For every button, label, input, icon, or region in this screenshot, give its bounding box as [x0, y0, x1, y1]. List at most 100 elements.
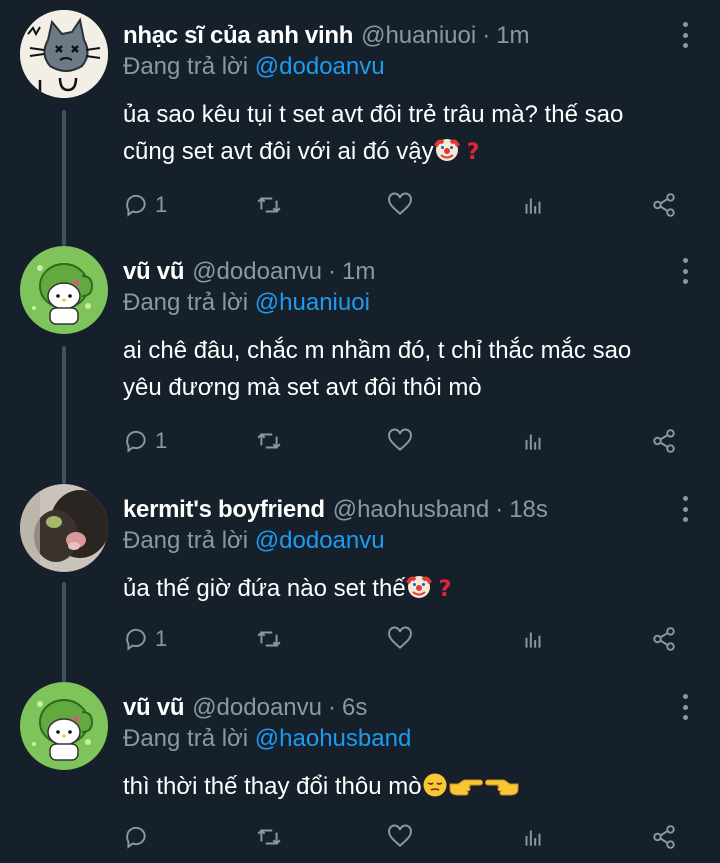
- pointing-left-hand-icon: [484, 779, 519, 796]
- like-button[interactable]: [387, 426, 413, 456]
- question-mark-icon: ?: [466, 140, 479, 163]
- cat-doodle-avatar-icon: [20, 10, 108, 98]
- tweet-actions: 1: [123, 624, 693, 654]
- like-button[interactable]: [387, 822, 413, 852]
- svg-text:?: ?: [438, 577, 451, 600]
- separator-dot: ·: [327, 258, 336, 285]
- question-mark-icon: ?: [438, 577, 451, 600]
- tweet-actions: [123, 822, 693, 852]
- tweet-text-segment: ủa thế giờ đứa nào set thế: [123, 575, 406, 602]
- tweet-text-line: yêu đương mà set avt đôi thôi mò: [123, 374, 482, 401]
- tweet-text-segment: cũng set avt đôi với ai đó vậy: [123, 138, 434, 165]
- analytics-icon: [525, 198, 541, 214]
- avatar[interactable]: [20, 10, 108, 98]
- tweet[interactable]: vũ vũ @dodoanvu · 6s Đang trả lời @haohu…: [0, 672, 720, 863]
- tweet-header: vũ vũ @dodoanvu · 1m: [123, 258, 375, 286]
- retweet-button[interactable]: [256, 822, 282, 852]
- reply-count: 1: [155, 626, 168, 651]
- replying-to: Đang trả lời @haohusband: [123, 725, 411, 753]
- reply-icon: [126, 194, 146, 217]
- share-button[interactable]: [651, 190, 677, 220]
- tweet-actions: 1: [123, 190, 693, 220]
- tweet[interactable]: kermit's boyfriend @haohusband · 18s Đan…: [0, 474, 720, 672]
- tweet-text: thì thời thế thay đổi thôu mò: [123, 768, 698, 805]
- pointing-right-hand-icon: [449, 779, 483, 796]
- username[interactable]: @dodoanvu: [192, 694, 322, 722]
- tweet-text: ủa thế giờ đứa nào set thế?: [123, 570, 698, 607]
- share-icon: [653, 429, 675, 453]
- tweet-header: vũ vũ @dodoanvu · 6s: [123, 694, 367, 722]
- avatar[interactable]: [20, 682, 108, 770]
- display-name[interactable]: kermit's boyfriend: [123, 496, 325, 524]
- username[interactable]: @haohusband: [333, 496, 490, 524]
- replying-to-label: Đang trả lời: [123, 289, 249, 316]
- mention-link[interactable]: @huaniuoi: [255, 289, 370, 316]
- display-name[interactable]: nhạc sĩ của anh vinh: [123, 22, 353, 50]
- tweet-text-line: ủa thế giờ đứa nào set thế?: [123, 570, 698, 607]
- hello-kitty-frog-avatar-icon: [20, 682, 108, 770]
- replying-to-label: Đang trả lời: [123, 53, 249, 80]
- analytics-button[interactable]: [520, 624, 546, 654]
- heart-icon: [388, 192, 412, 215]
- retweet-icon: [257, 631, 281, 647]
- username[interactable]: @huaniuoi: [361, 22, 476, 50]
- separator-dot: ·: [482, 22, 491, 49]
- timestamp[interactable]: 1m: [342, 258, 375, 286]
- share-button[interactable]: [651, 624, 677, 654]
- more-options-icon[interactable]: [680, 22, 690, 48]
- analytics-button[interactable]: [520, 190, 546, 220]
- retweet-icon: [257, 433, 281, 449]
- timestamp[interactable]: 1m: [496, 22, 529, 50]
- tweet[interactable]: vũ vũ @dodoanvu · 1m Đang trả lời @huani…: [0, 236, 720, 474]
- replying-to: Đang trả lời @huaniuoi: [123, 289, 370, 317]
- display-name[interactable]: vũ vũ: [123, 694, 184, 722]
- display-name[interactable]: vũ vũ: [123, 258, 184, 286]
- reply-count: 1: [155, 428, 168, 453]
- reply-button[interactable]: 1: [123, 426, 167, 456]
- timestamp[interactable]: 18s: [509, 496, 548, 524]
- tweet-text: ủa sao kêu tụi t set avt đôi trẻ trâu mà…: [123, 96, 698, 170]
- tweet-header: nhạc sĩ của anh vinh @huaniuoi · 1m: [123, 22, 530, 50]
- more-options-icon[interactable]: [680, 258, 690, 284]
- mention-link[interactable]: @dodoanvu: [255, 527, 385, 554]
- more-options-icon[interactable]: [680, 694, 690, 720]
- mention-link[interactable]: @dodoanvu: [255, 53, 385, 80]
- reply-button[interactable]: 1: [123, 190, 167, 220]
- hello-kitty-frog-avatar-icon: [20, 246, 108, 334]
- reply-icon: [126, 430, 146, 453]
- tweet-actions: 1: [123, 426, 693, 456]
- retweet-button[interactable]: [256, 426, 282, 456]
- retweet-button[interactable]: [256, 190, 282, 220]
- retweet-button[interactable]: [256, 624, 282, 654]
- username[interactable]: @dodoanvu: [192, 258, 322, 286]
- tweet-text: ai chê đâu, chắc m nhầm đó, t chỉ thắc m…: [123, 332, 698, 406]
- like-button[interactable]: [387, 190, 413, 220]
- tweet-text-line: cũng set avt đôi với ai đó vậy?: [123, 133, 698, 170]
- retweet-icon: [257, 197, 281, 213]
- heart-icon: [388, 428, 412, 451]
- reply-button[interactable]: 1: [123, 624, 167, 654]
- reply-icon: [126, 826, 146, 849]
- separator-dot: ·: [327, 694, 336, 721]
- analytics-button[interactable]: [520, 822, 546, 852]
- analytics-button[interactable]: [520, 426, 546, 456]
- analytics-icon: [525, 632, 541, 648]
- share-button[interactable]: [651, 426, 677, 456]
- mention-link[interactable]: @haohusband: [255, 725, 412, 752]
- avatar[interactable]: [20, 246, 108, 334]
- analytics-icon: [525, 830, 541, 846]
- retweet-icon: [257, 829, 281, 845]
- analytics-icon: [525, 434, 541, 450]
- svg-text:?: ?: [466, 140, 479, 163]
- reply-button[interactable]: [123, 822, 149, 852]
- like-button[interactable]: [387, 624, 413, 654]
- reply-icon: [126, 628, 146, 651]
- avatar[interactable]: [20, 484, 108, 572]
- tweet[interactable]: nhạc sĩ của anh vinh @huaniuoi · 1m Đang…: [0, 0, 720, 236]
- timestamp[interactable]: 6s: [342, 694, 367, 722]
- tweet-text-line: ai chê đâu, chắc m nhầm đó, t chỉ thắc m…: [123, 337, 632, 364]
- more-options-icon[interactable]: [680, 496, 690, 522]
- share-button[interactable]: [651, 822, 677, 852]
- heart-icon: [388, 824, 412, 847]
- replying-to: Đang trả lời @dodoanvu: [123, 527, 385, 555]
